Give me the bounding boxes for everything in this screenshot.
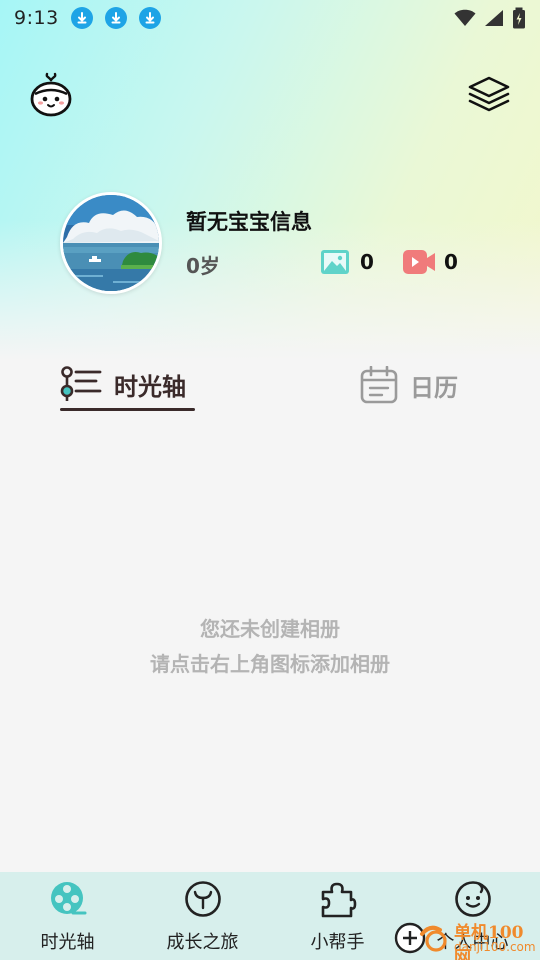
calendar-icon	[360, 366, 398, 404]
tab-timeline-label: 时光轴	[114, 372, 186, 401]
status-time: 9:13	[14, 7, 59, 29]
download-icon	[138, 7, 161, 29]
tab-active-indicator	[60, 408, 195, 411]
tab-timeline[interactable]: 时光轴	[60, 366, 186, 402]
film-reel-icon	[50, 882, 86, 915]
signal-icon	[485, 10, 503, 26]
avatar[interactable]	[60, 192, 162, 294]
battery-charging-icon	[513, 7, 525, 29]
smiley-icon	[454, 881, 491, 917]
nav-label-helper: 小帮手	[310, 932, 365, 953]
video-icon	[403, 250, 435, 274]
empty-state-hint: 请点击右上角图标添加相册	[150, 652, 390, 676]
tab-calendar-label: 日历	[410, 373, 458, 402]
status-right	[454, 7, 526, 29]
download-icon	[70, 7, 93, 29]
status-bar: 9:13	[0, 0, 540, 36]
baby-name: 暂无宝宝信息	[186, 210, 312, 234]
nav-label-timeline: 时光轴	[40, 932, 95, 953]
nav-item-growth-journey[interactable]: 成长之旅	[135, 872, 270, 960]
photo-icon	[321, 250, 349, 274]
watermark-logo: 单机100网 danji100.com	[392, 916, 540, 960]
watermark-url: danji100.com	[454, 940, 536, 954]
empty-state-title: 您还未创建相册	[200, 617, 340, 641]
sprout-icon	[184, 881, 221, 917]
baby-face-icon[interactable]	[28, 72, 74, 118]
nav-item-timeline[interactable]: 时光轴	[0, 872, 135, 960]
tab-calendar[interactable]: 日历	[360, 366, 458, 404]
video-count: 0	[444, 250, 458, 274]
nav-label-growth-journey: 成长之旅	[166, 932, 239, 953]
layers-icon[interactable]	[466, 74, 512, 116]
timeline-icon	[60, 366, 102, 401]
puzzle-icon	[321, 882, 356, 918]
photo-count: 0	[360, 250, 374, 274]
baby-age: 0岁	[186, 254, 220, 278]
nav-item-helper[interactable]: 小帮手	[270, 872, 405, 960]
wifi-icon	[454, 9, 476, 27]
download-icon	[104, 7, 127, 29]
watermark-icon	[394, 922, 447, 954]
